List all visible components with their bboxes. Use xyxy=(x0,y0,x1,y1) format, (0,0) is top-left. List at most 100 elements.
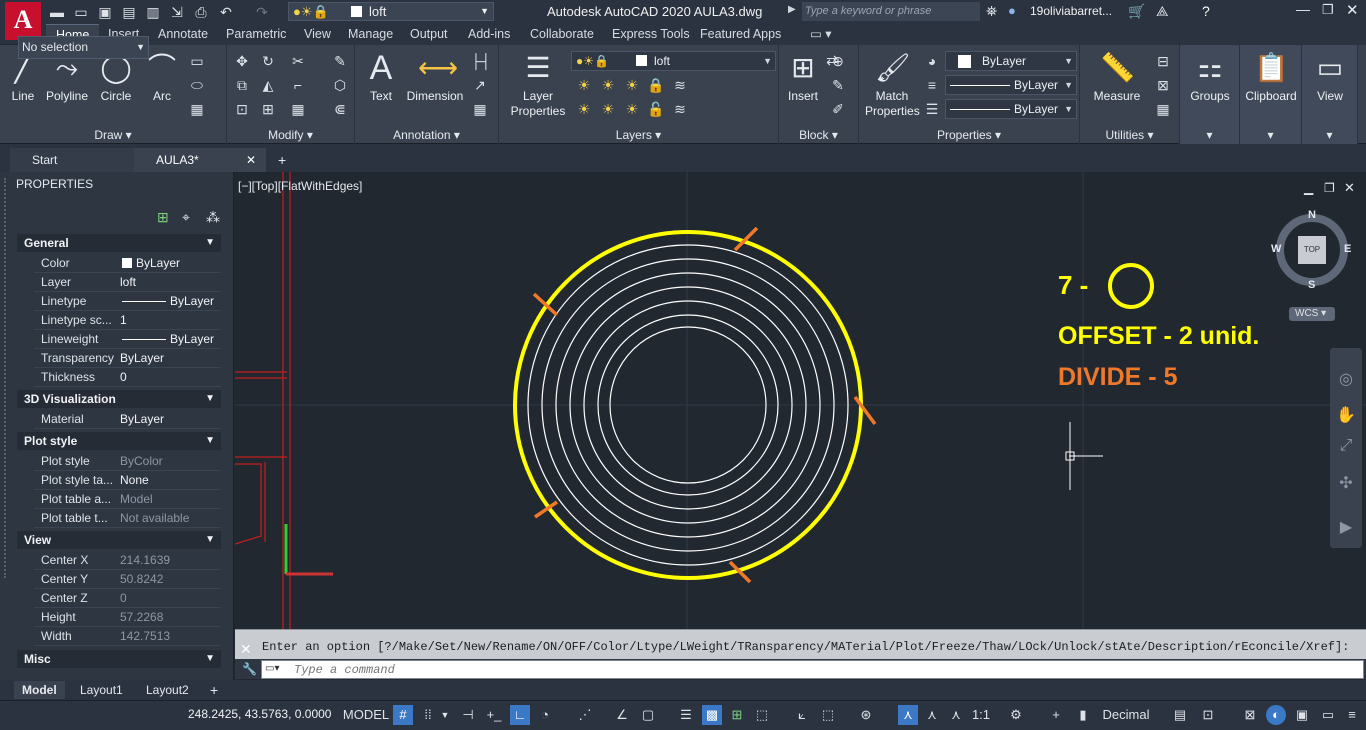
tab-annotate[interactable]: Annotate xyxy=(148,24,218,45)
close-commandline-icon[interactable]: ✕ xyxy=(240,641,252,658)
hardware-acceleration-icon[interactable]: ◐ xyxy=(1266,705,1286,725)
clipboard-panel[interactable]: 📋 Clipboard ▾ xyxy=(1240,45,1302,144)
property-row[interactable]: Height 57.2268 xyxy=(34,608,221,627)
recent-commands-icon[interactable]: ▭▾ xyxy=(265,663,279,674)
fillet-icon[interactable]: ⌐ xyxy=(289,76,307,94)
compass-south[interactable]: S xyxy=(1308,279,1315,291)
tab-output[interactable]: Output xyxy=(400,24,458,45)
snap-icon[interactable]: ⁞⁞ xyxy=(418,705,438,725)
wcs-menu[interactable]: WCS ▾ xyxy=(1289,307,1335,321)
open-web-icon[interactable]: ▥ xyxy=(144,2,162,22)
close-app-icon[interactable]: ✕ xyxy=(1346,1,1359,19)
scale-dropdown[interactable]: 1:1 xyxy=(970,705,992,725)
user-account-name[interactable]: 19oliviabarret... xyxy=(1030,4,1112,18)
text-button[interactable]: A Text xyxy=(363,51,399,104)
minimize-icon[interactable]: — xyxy=(1296,1,1310,17)
tab-featured-apps[interactable]: Featured Apps xyxy=(690,24,791,45)
transparency-icon[interactable]: ▩ xyxy=(702,705,722,725)
object-snap-tracking-icon[interactable]: ∠ xyxy=(612,705,632,725)
property-row[interactable]: Center Z 0 xyxy=(34,589,221,608)
tab-view[interactable]: View xyxy=(294,24,341,45)
plot-icon[interactable]: ⎙ xyxy=(192,2,210,22)
coordinates-readout[interactable]: 248.2425, 43.5763, 0.0000 xyxy=(188,707,331,721)
undo-icon[interactable]: ↶ xyxy=(216,2,236,22)
lineweight-dropdown[interactable]: ByLayer ▼ xyxy=(945,75,1077,95)
orbit-icon[interactable]: ✣ xyxy=(1336,474,1356,494)
clean-screen-icon[interactable]: ▣ xyxy=(1292,705,1312,725)
compass-north[interactable]: N xyxy=(1308,209,1316,221)
viewport-minimize-icon[interactable]: ▁ xyxy=(1304,181,1313,195)
toggle-pickadd-icon[interactable]: ⊞ xyxy=(157,209,169,226)
viewcube[interactable]: TOP N S E W xyxy=(1271,208,1352,291)
stretch-icon[interactable]: ⊡ xyxy=(233,100,251,118)
autodesk-app-icon[interactable]: ⟁ xyxy=(1156,3,1169,20)
table-icon[interactable]: ▦ xyxy=(471,100,489,118)
tab-start[interactable]: Start xyxy=(10,148,142,172)
property-row[interactable]: Layer loft xyxy=(34,273,221,292)
object-snap-icon[interactable]: ▢ xyxy=(638,705,658,725)
auto-scale-icon[interactable]: ⋏ xyxy=(922,705,942,725)
compass-east[interactable]: E xyxy=(1344,243,1351,255)
select-objects-icon[interactable]: ⌖ xyxy=(182,209,190,226)
layer-isolate-icon[interactable]: ☀ xyxy=(599,76,617,94)
property-row[interactable]: Plot style ta... None xyxy=(34,471,221,490)
property-row[interactable]: Width 142.7513 xyxy=(34,627,221,646)
redo-icon[interactable]: ↷ xyxy=(252,2,272,22)
new-tab-icon[interactable]: + xyxy=(274,148,286,172)
measure-button[interactable]: 📏 Measure xyxy=(1086,51,1148,104)
layer-off-icon[interactable]: ☀ xyxy=(575,76,593,94)
qat-layer-dropdown[interactable]: ●☀🔒 loft ▼ xyxy=(288,2,494,21)
model-space-toggle[interactable]: MODEL xyxy=(342,705,390,725)
view-button[interactable]: ▭ View xyxy=(1304,51,1356,104)
move-icon[interactable]: ✥ xyxy=(233,52,251,70)
open-file-icon[interactable]: ▭ xyxy=(72,2,90,22)
lineweight-toggle-icon[interactable]: ☰ xyxy=(676,705,696,725)
save-as-icon[interactable]: ▤ xyxy=(120,2,138,22)
cart-icon[interactable]: 🛒 xyxy=(1128,3,1145,20)
isometric-icon[interactable]: ⋰ xyxy=(575,705,595,725)
block-panel-title[interactable]: Block ▾ xyxy=(779,128,858,142)
layer-lock-icon[interactable]: 🔒 xyxy=(647,76,665,94)
utilities-panel-title[interactable]: Utilities ▾ xyxy=(1080,128,1179,142)
search-input[interactable]: Type a keyword or phrase xyxy=(802,2,980,21)
drawing-svg[interactable] xyxy=(234,172,1366,629)
help-icon[interactable]: ? xyxy=(1202,3,1210,19)
polar-tracking-icon[interactable]: ◔ xyxy=(535,705,555,725)
property-row[interactable]: Center Y 50.8242 xyxy=(34,570,221,589)
new-file-icon[interactable]: ▬ xyxy=(48,2,66,22)
fullscreen-icon[interactable]: ▭ xyxy=(1318,705,1338,725)
property-row[interactable]: Transparency ByLayer xyxy=(34,349,221,368)
save-web-icon[interactable]: ⇲ xyxy=(168,2,186,22)
lock-ui-icon[interactable]: ⊡ xyxy=(1198,705,1218,725)
edit-block-icon[interactable]: ✎ xyxy=(829,76,847,94)
linetype-dropdown[interactable]: ByLayer ▼ xyxy=(945,99,1077,119)
match-properties-button[interactable]: 🖌 Match Properties xyxy=(865,51,920,119)
tab-layout2[interactable]: Layout2 xyxy=(138,681,197,699)
add-layout-icon[interactable]: + xyxy=(202,681,226,699)
clipboard-button[interactable]: 📋 Clipboard xyxy=(1242,51,1300,104)
color-dropdown[interactable]: ByLayer ▼ xyxy=(945,51,1077,71)
groups-button[interactable]: ⚏ Groups xyxy=(1184,51,1236,104)
palette-grip[interactable] xyxy=(4,178,8,578)
selection-cycling-icon[interactable]: ⊞ xyxy=(727,705,747,725)
gizmo-icon[interactable]: ⊛ xyxy=(856,705,876,725)
selection-filter-icon[interactable]: ⬚ xyxy=(818,705,838,725)
section-viz3d[interactable]: 3D Visualization ▼ xyxy=(17,390,221,408)
steering-wheel-icon[interactable]: ◎ xyxy=(1336,370,1356,390)
tab-model[interactable]: Model xyxy=(14,681,65,699)
compass-west[interactable]: W xyxy=(1271,243,1281,255)
ellipse-icon[interactable]: ⬭ xyxy=(188,76,206,94)
leader-icon[interactable]: ↗ xyxy=(471,76,489,94)
trim-icon[interactable]: ✂ xyxy=(289,52,307,70)
section-misc[interactable]: Misc ▼ xyxy=(17,650,221,668)
dynamic-ucs-icon[interactable]: ⟀ xyxy=(792,705,812,725)
paste-icon[interactable]: ⊟ xyxy=(1154,52,1172,70)
modify-panel-title[interactable]: Modify ▾ xyxy=(227,128,354,142)
layer-change-icon[interactable]: ≋ xyxy=(671,76,689,94)
property-row[interactable]: Linetype ByLayer xyxy=(34,292,221,311)
viewport-close-icon[interactable]: ✕ xyxy=(1344,180,1355,196)
property-row[interactable]: Material ByLayer xyxy=(34,410,221,429)
property-row[interactable]: Linetype sc... 1 xyxy=(34,311,221,330)
layer-unlock-icon[interactable]: 🔓 xyxy=(647,100,665,118)
linear-dim-icon[interactable]: ├┤ xyxy=(471,52,491,70)
